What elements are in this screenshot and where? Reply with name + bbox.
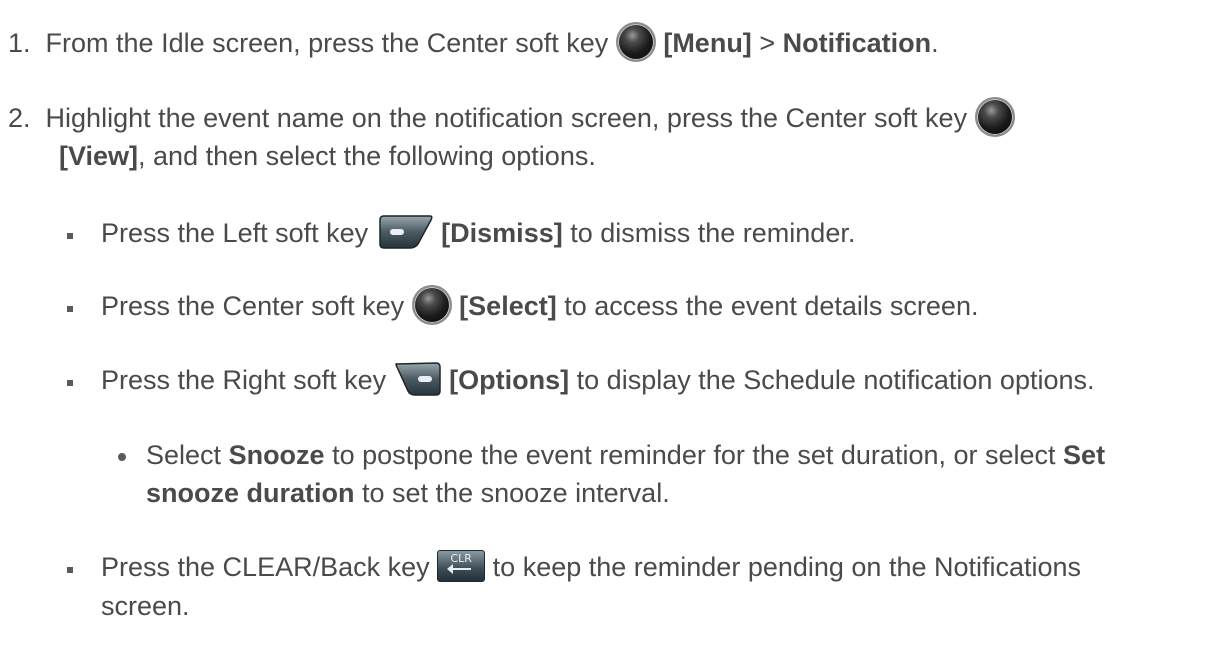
center-soft-key-icon (615, 21, 656, 62)
dismiss-key-label: [Dismiss] (441, 218, 563, 248)
sub-bullet-snooze-continued: snooze duration to set the snooze interv… (146, 474, 670, 512)
bullet-dot (118, 453, 126, 461)
step-1-text: From the Idle screen, press the Center s… (45, 28, 609, 58)
bullet-clear-continued: screen. (101, 587, 190, 625)
snooze-text-mid: to postpone the event reminder for the s… (332, 440, 1056, 470)
view-key-label: [View] (59, 141, 139, 171)
bullet-options: Press the Right soft key [Options] to di… (101, 361, 1095, 400)
step-2-text-continued: , and then select the following options. (138, 141, 596, 171)
bullet-dismiss-desc: to dismiss the reminder. (570, 218, 856, 248)
select-key-label: [Select] (459, 291, 557, 321)
bullet-select: Press the Center soft key [Select] to ac… (101, 284, 979, 328)
step-2-text: Highlight the event name on the notifica… (45, 103, 968, 133)
center-soft-key-icon (411, 284, 452, 325)
step-1-separator: > (751, 28, 783, 58)
bullet-clear-desc-continued: screen. (101, 591, 190, 621)
bullet-clear-desc: to keep the reminder pending on the Noti… (492, 552, 1082, 582)
center-soft-key-icon (974, 96, 1015, 137)
bullet-dismiss-text: Press the Left soft key (101, 218, 369, 248)
bullet-options-text: Press the Right soft key (101, 365, 387, 395)
bullet-dismiss: Press the Left soft key [Dismiss] to dis… (101, 214, 855, 253)
step-2-continued: [View], and then select the following op… (59, 137, 596, 175)
left-soft-key-icon (378, 215, 433, 249)
step-1-end: . (931, 28, 939, 58)
step-2-number: 2. (8, 103, 31, 133)
bullet-select-text: Press the Center soft key (101, 291, 405, 321)
bullet-clear-text: Press the CLEAR/Back key (101, 552, 430, 582)
bullet-square (67, 567, 73, 573)
snooze-text-pre: Select (146, 440, 222, 470)
options-key-label: [Options] (449, 365, 570, 395)
clear-key-label: CLR (450, 551, 472, 565)
bullet-select-desc: to access the event details screen. (564, 291, 979, 321)
sub-bullet-snooze: Select Snooze to postpone the event remi… (146, 436, 1105, 474)
notification-label: Notification (782, 28, 932, 58)
bullet-options-desc: to display the Schedule notification opt… (576, 365, 1095, 395)
bullet-square (67, 380, 73, 386)
menu-key-label: [Menu] (663, 28, 752, 58)
bullet-square (67, 306, 73, 312)
clear-back-key-icon: CLR (437, 549, 486, 582)
bullet-square (67, 233, 73, 239)
snooze-text-post: to set the snooze interval. (362, 478, 670, 508)
step-1: 1. From the Idle screen, press the Cente… (8, 21, 939, 65)
step-2: 2. Highlight the event name on the notif… (8, 96, 1015, 140)
snooze-duration-label: snooze duration (146, 478, 355, 508)
snooze-label: Snooze (228, 440, 325, 470)
step-1-number: 1. (8, 28, 31, 58)
set-label: Set (1063, 440, 1106, 470)
right-soft-key-icon (394, 362, 441, 396)
bullet-clear: Press the CLEAR/Back key CLR to keep the… (101, 548, 1081, 586)
